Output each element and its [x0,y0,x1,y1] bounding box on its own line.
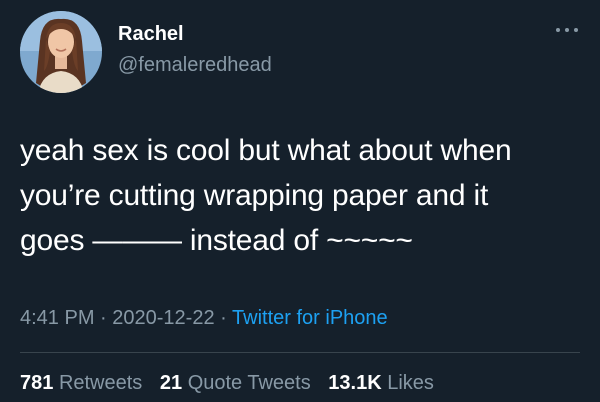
tweet-date[interactable]: 2020-12-22 [112,307,214,329]
quote-tweets-stat[interactable]: 21 Quote Tweets [160,372,311,394]
tweet-text-line: you’re cutting wrapping paper and it [20,179,489,212]
more-dot [574,28,578,32]
avatar-image [20,11,102,93]
meta-separator: · [100,307,107,329]
likes-count: 13.1K [328,372,382,394]
tweet-time[interactable]: 4:41 PM [20,307,94,329]
engagement-stats: 781 Retweets 21 Quote Tweets 13.1K Likes [20,370,446,396]
tweet-card: Rachel @femaleredhead yeah sex is cool b… [0,0,600,402]
tweet-metadata: 4:41 PM · 2020-12-22 · Twitter for iPhon… [20,305,388,331]
quote-tweets-label: Quote Tweets [187,372,311,394]
likes-stat[interactable]: 13.1K Likes [328,372,434,394]
retweets-stat[interactable]: 781 Retweets [20,372,142,394]
quote-tweets-count: 21 [159,372,183,394]
divider [20,352,580,353]
more-options-icon[interactable] [556,24,578,36]
tweet-text-line: goes ——— instead of ~~~~~ [20,224,413,257]
retweets-label: Retweets [58,372,143,394]
retweets-count: 781 [20,372,54,394]
display-name[interactable]: Rachel [118,22,184,46]
meta-separator: · [220,307,227,329]
more-dot [565,28,569,32]
tweet-source-link[interactable]: Twitter for iPhone [232,307,388,329]
more-dot [556,28,560,32]
likes-label: Likes [387,372,434,394]
user-handle[interactable]: @femaleredhead [118,52,272,78]
tweet-text: yeah sex is cool but what about when you… [20,128,590,263]
avatar[interactable] [20,11,102,93]
tweet-text-line: yeah sex is cool but what about when [20,134,512,167]
